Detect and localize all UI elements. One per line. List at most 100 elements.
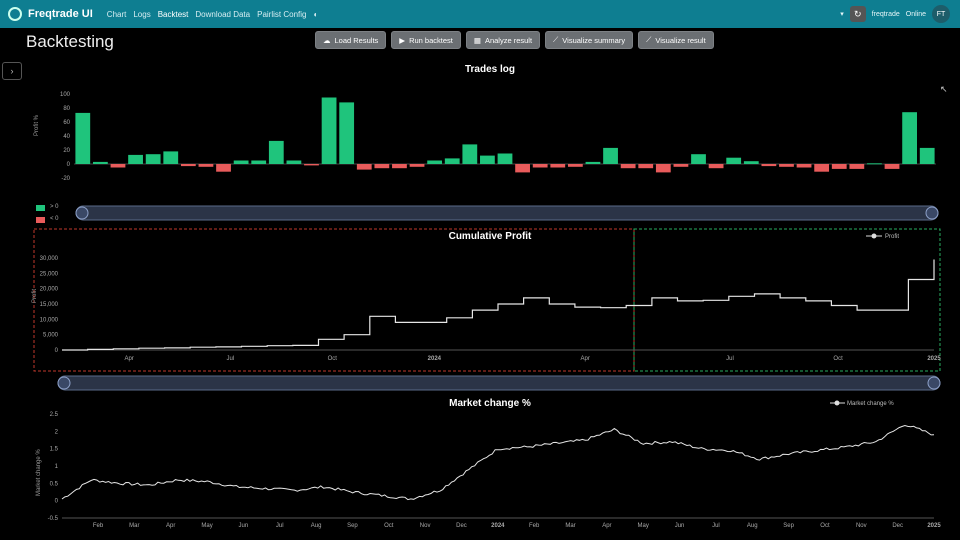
trade-bar[interactable] (233, 160, 249, 165)
trade-bar[interactable] (462, 144, 478, 164)
trade-bar[interactable] (902, 112, 918, 164)
cumulative-zoom-slider[interactable] (57, 375, 941, 391)
avatar[interactable]: FT (932, 5, 950, 23)
trade-bar[interactable] (814, 164, 830, 172)
trade-bar[interactable] (849, 164, 865, 169)
trade-bar[interactable] (216, 164, 231, 172)
trade-bar[interactable] (198, 164, 214, 167)
cum-x-tick-5: Jul (726, 356, 734, 362)
trade-bar[interactable] (550, 164, 566, 168)
trade-bar[interactable] (638, 164, 654, 169)
mkt-x-tick-12: Feb (529, 523, 540, 529)
cumulative-zoom-handle-left[interactable] (57, 376, 71, 390)
trade-bar[interactable] (444, 158, 460, 164)
trade-bar[interactable] (497, 153, 513, 165)
trade-bar[interactable] (515, 164, 530, 173)
theme-toggle-icon[interactable]: ◐ (313, 10, 318, 19)
nav-link-pairlist-config[interactable]: Pairlist Config (257, 10, 306, 19)
trade-bar[interactable] (884, 164, 900, 169)
refresh-button[interactable]: ↻ (849, 6, 866, 22)
trade-bar[interactable] (409, 164, 425, 167)
cumulative-profit-chart[interactable]: 30,000 25,000 20,000 15,000 10,000 5,000 0 Apr J… (30, 228, 942, 394)
trade-bar[interactable] (392, 164, 407, 169)
trade-bar[interactable] (620, 164, 636, 169)
freqtrade-logo-icon[interactable] (8, 7, 22, 21)
trade-bar[interactable] (268, 140, 284, 164)
trade-bar[interactable] (796, 164, 812, 168)
mkt-x-tick-13: Mar (565, 523, 575, 529)
mkt-x-tick-14: Apr (602, 523, 611, 529)
legend-profit-label: > 0 (50, 204, 59, 210)
nav-link-download-data[interactable]: Download Data (195, 10, 250, 19)
legend-loss-swatch[interactable] (36, 217, 45, 223)
trade-bar[interactable] (585, 161, 601, 164)
trade-bar[interactable] (339, 102, 355, 164)
trades-zoom-handle-left[interactable] (75, 206, 89, 220)
trade-bar[interactable] (180, 164, 196, 167)
load-results-button[interactable]: ☁ Load Results (315, 31, 387, 49)
trade-bar[interactable] (321, 97, 337, 165)
nav-link-backtest[interactable]: Backtest (158, 10, 189, 19)
mkt-x-tick-19: Sep (783, 523, 794, 529)
cumulative-zoom-handle-right[interactable] (927, 376, 941, 390)
trade-bar[interactable] (110, 164, 126, 168)
visualize-summary-button[interactable]: ⟋ Visualize summary (545, 31, 634, 49)
trade-bar[interactable] (304, 164, 319, 166)
trade-bar[interactable] (779, 164, 794, 167)
trade-bar[interactable] (603, 147, 618, 164)
trade-bar[interactable] (831, 164, 847, 169)
trade-bar[interactable] (163, 151, 179, 164)
nav-link-logs[interactable]: Logs (133, 10, 150, 19)
trade-bar[interactable] (673, 164, 689, 167)
trade-bar[interactable] (726, 157, 742, 164)
run-backtest-button[interactable]: ▶ Run backtest (391, 31, 461, 49)
brand-title[interactable]: Freqtrade UI (28, 8, 93, 20)
trade-bar[interactable] (532, 164, 548, 168)
trade-bar[interactable] (743, 161, 759, 164)
mkt-x-tick-2: Apr (166, 523, 175, 529)
trade-bar[interactable] (145, 154, 161, 164)
cum-x-tick-7: 2025 (927, 356, 941, 362)
trades-y-tick-3: 40 (63, 134, 70, 140)
trades-zoom-handle-right[interactable] (925, 206, 939, 220)
trade-bar[interactable] (286, 160, 302, 165)
trade-bar[interactable] (867, 163, 882, 165)
bot-name[interactable]: freqtrade (872, 11, 900, 18)
market-change-chart[interactable]: 2.5 2 1.5 1 0.5 0 -0.5 Feb Mar Apr May Jun Jul Aug Sep… (30, 396, 942, 536)
market-legend-label[interactable]: Market change % (847, 401, 894, 407)
profit-legend-label[interactable]: Profit (885, 234, 899, 240)
trade-bar[interactable] (356, 164, 372, 170)
trade-bar[interactable] (251, 160, 267, 165)
mkt-x-tick-3: May (201, 523, 212, 529)
page-title: Backtesting (26, 32, 114, 51)
nav-right-group: ▾ ↻ freqtrade Online FT (834, 0, 950, 28)
mkt-x-tick-17: Jul (712, 523, 720, 529)
nav-link-chart[interactable]: Chart (107, 10, 127, 19)
trades-y-tick-4: 20 (63, 148, 70, 154)
trade-bar[interactable] (708, 164, 724, 169)
trade-bar[interactable] (480, 155, 495, 164)
sidebar-toggle-button[interactable]: › (2, 62, 22, 80)
trade-bar[interactable] (761, 164, 777, 167)
profit-legend-marker (871, 233, 877, 239)
trades-log-chart[interactable]: 100 80 60 40 20 0 -20 Profit % (30, 76, 940, 224)
trades-y-tick-0: 100 (60, 92, 71, 98)
trade-bar[interactable] (427, 160, 443, 165)
trade-bar[interactable] (75, 112, 91, 164)
mkt-x-tick-16: Jun (675, 523, 685, 529)
cum-y-tick-3: 15,000 (40, 302, 59, 308)
trade-bar[interactable] (567, 164, 583, 167)
visualize-result-button[interactable]: ⟋ Visualize result (638, 31, 714, 49)
trade-bar[interactable] (128, 154, 143, 164)
caret-down-icon[interactable]: ▾ (840, 10, 844, 18)
trade-bar[interactable] (655, 164, 671, 173)
trades-zoom-slider[interactable] (75, 205, 939, 221)
trade-bar[interactable] (919, 147, 935, 164)
trade-bar[interactable] (92, 161, 108, 164)
table-icon: ▦ (473, 35, 481, 45)
trade-bar[interactable] (374, 164, 390, 169)
legend-profit-swatch[interactable] (36, 205, 45, 211)
analyze-result-button[interactable]: ▦ Analyze result (465, 31, 541, 49)
trade-bar[interactable] (691, 154, 706, 164)
analyze-result-label: Analyze result (484, 35, 533, 45)
